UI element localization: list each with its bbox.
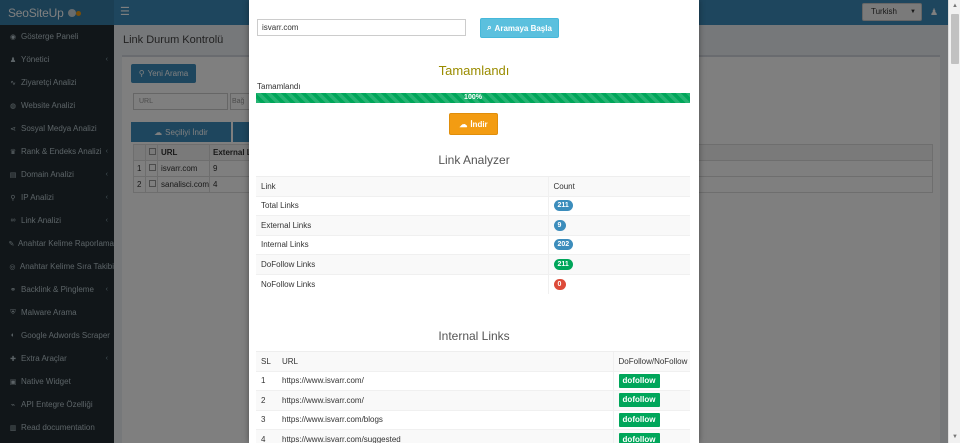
start-search-label: Aramaya Başla [494,23,552,33]
link-type-cell: External Links [256,215,548,235]
link-type-cell: Internal Links [256,234,548,255]
status-title: Tamamlandı [438,63,510,78]
page-scrollbar[interactable]: ▲ ▼ [948,0,960,443]
sl-cell: 4 [256,429,277,443]
table-header-cell: SL [256,351,277,371]
sl-cell: 1 [256,370,277,391]
url-cell[interactable]: https://www.isvarr.com/blogs [277,409,613,430]
dofollow-badge: dofollow [618,373,660,388]
table-header-cell: Count [547,176,690,196]
progress-bar: 100% [256,93,690,103]
link-type-cell: Total Links [256,195,548,216]
link-analysis-modal: isvarr.com ⌕ Aramaya Başla Tamamlandı Ta… [249,0,699,443]
follow-cell: dofollow [612,370,690,391]
url-cell[interactable]: https://www.isvarr.com/ [277,390,613,410]
follow-cell: dofollow [612,390,690,410]
count-cell: 9 [547,215,690,235]
url-cell[interactable]: https://www.isvarr.com/suggested [277,429,613,443]
url-cell[interactable]: https://www.isvarr.com/ [277,370,613,391]
table-header-cell: Link [256,176,548,196]
table-row: Total Links 211 [256,195,690,216]
follow-cell: dofollow [612,429,690,443]
count-badge: 211 [553,258,573,270]
count-cell: 211 [547,254,690,274]
dofollow-badge: dofollow [618,432,660,443]
scroll-up-arrow-icon[interactable]: ▲ [949,0,960,12]
count-cell: 202 [547,234,690,255]
start-search-button[interactable]: ⌕ Aramaya Başla [480,18,559,38]
sl-cell: 2 [256,390,277,410]
table-header-cell: DoFollow/NoFollow [612,351,690,371]
count-cell: 211 [547,195,690,216]
count-badge: 211 [553,200,573,212]
table-row: NoFollow Links 0 [256,273,690,294]
download-button[interactable]: ☁ İndir [449,113,498,135]
download-label: İndir [470,119,488,129]
table-header-row: SL URL DoFollow/NoFollow [256,351,690,371]
link-analyzer-table: Link Count Total Links 211 External Links 9… [256,176,690,294]
internal-links-title: Internal Links [438,329,510,343]
count-badge: 202 [553,239,574,251]
dofollow-badge: dofollow [618,412,660,427]
count-badge: 0 [553,278,566,290]
table-row: 2 https://www.isvarr.com/dofollow [256,390,690,410]
table-row: External Links 9 [256,215,690,235]
table-row: DoFollow Links 211 [256,254,690,274]
count-cell: 0 [547,273,690,294]
count-badge: 9 [553,219,566,231]
table-row: 3 https://www.isvarr.com/blogs dofollow [256,409,690,430]
dofollow-badge: dofollow [618,393,660,408]
internal-links-table: SL URL DoFollow/NoFollow 1 https://www.is… [256,351,690,443]
table-row: 1 https://www.isvarr.com/dofollow [256,370,690,391]
scrollbar-thumb[interactable] [951,14,959,64]
binoculars-icon: ⌕ [487,23,492,32]
table-row: Internal Links 202 [256,234,690,255]
table-header-row: Link Count [256,176,690,196]
link-analyzer-title: Link Analyzer [438,153,510,167]
link-type-cell: NoFollow Links [256,273,548,294]
url-input[interactable]: isvarr.com [257,19,466,36]
follow-cell: dofollow [612,409,690,430]
table-row: 4 https://www.isvarr.com/suggested dofollo… [256,429,690,443]
table-header-cell: URL [277,351,613,371]
sl-cell: 3 [256,409,277,430]
progress-label: Tamamlandı [257,82,301,91]
cloud-download-icon: ☁ [459,119,468,129]
link-type-cell: DoFollow Links [256,254,548,274]
progress-bar-fill: 100% [256,93,690,103]
scroll-down-arrow-icon[interactable]: ▼ [949,431,960,443]
